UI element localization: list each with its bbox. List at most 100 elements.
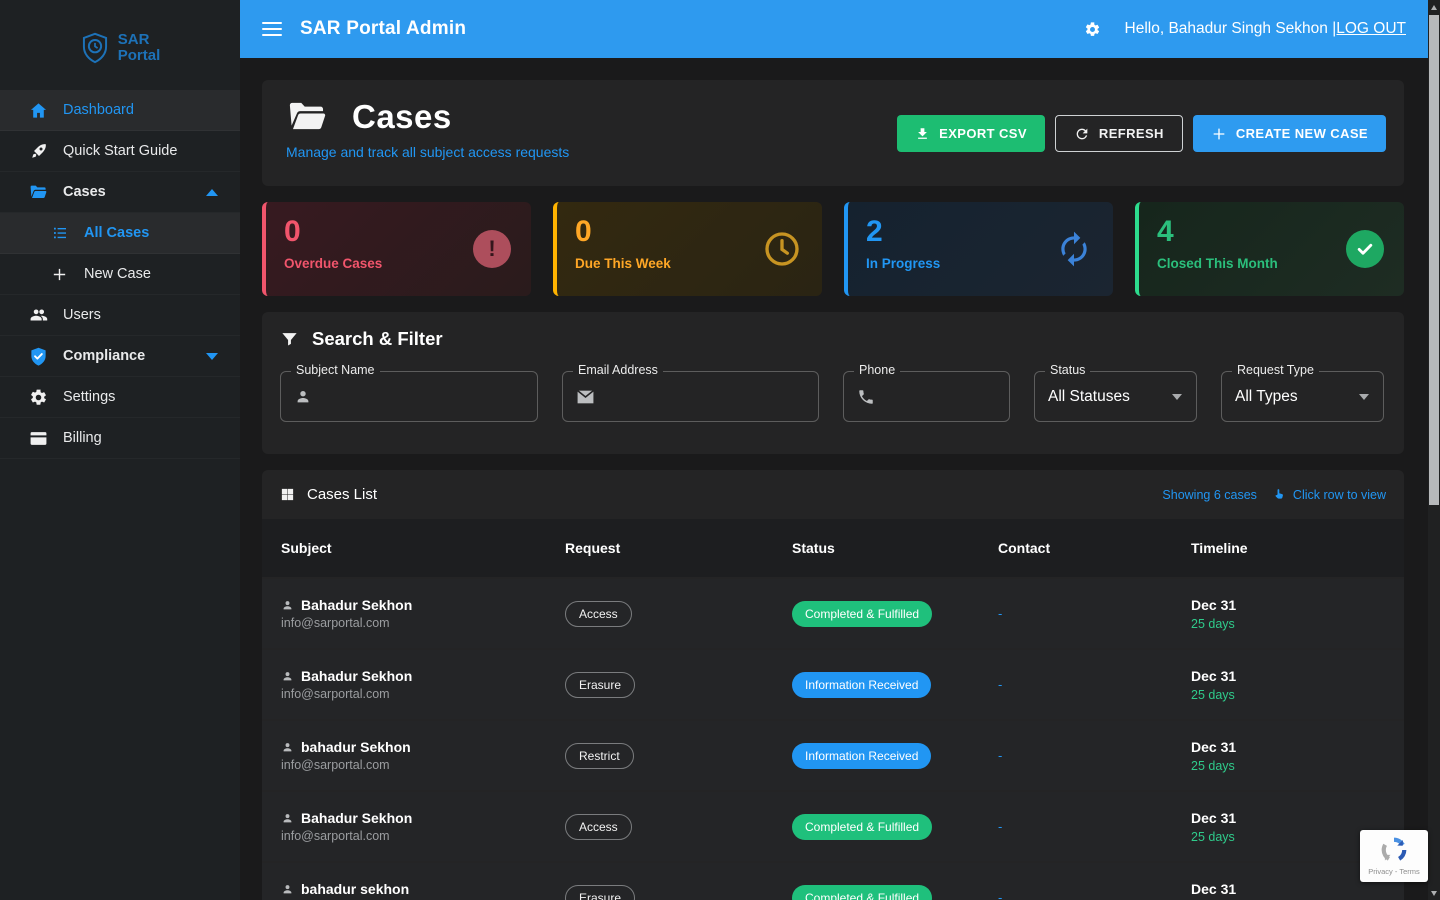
sidebar-item-new-case[interactable]: New Case xyxy=(0,254,240,295)
timeline-date: Dec 31 xyxy=(1191,739,1386,755)
subject-name-input[interactable]: Subject Name xyxy=(280,371,538,422)
app-logo-text: SAR Portal xyxy=(118,32,161,64)
sidebar-item-settings[interactable]: Settings xyxy=(0,377,240,418)
sidebar-item-all-cases[interactable]: All Cases xyxy=(0,213,240,254)
sidebar-item-billing[interactable]: Billing xyxy=(0,418,240,459)
request-type-select[interactable]: Request Type All Types xyxy=(1221,371,1384,422)
contact-value: - xyxy=(998,748,1191,763)
timeline-days: 25 days xyxy=(1191,617,1386,631)
sidebar-item-users[interactable]: Users xyxy=(0,295,240,336)
envelope-icon xyxy=(576,389,595,405)
cases-list-title: Cases List xyxy=(307,486,377,503)
arrow-down-icon xyxy=(1431,891,1437,896)
sidebar-item-cases[interactable]: Cases xyxy=(0,172,240,213)
logout-link[interactable]: |LOG OUT xyxy=(1332,20,1406,37)
search-filter-card: Search & Filter Subject Name Email Addre… xyxy=(262,312,1404,454)
phone-input[interactable]: Phone xyxy=(843,371,1010,422)
table-row[interactable]: Bahadur Sekhon info@sarportal.com Access… xyxy=(262,792,1404,861)
sidebar-item-label: Compliance xyxy=(63,348,145,364)
create-new-case-button[interactable]: CREATE NEW CASE xyxy=(1193,115,1386,152)
sidebar-item-label: New Case xyxy=(84,266,151,282)
user-greeting: Hello, Bahadur Singh Sekhon |LOG OUT xyxy=(1125,20,1406,38)
timeline-days: 25 days xyxy=(1191,688,1386,702)
phone-icon xyxy=(857,388,875,406)
sidebar-item-compliance[interactable]: Compliance xyxy=(0,336,240,377)
home-icon xyxy=(29,101,48,120)
column-header: Subject xyxy=(281,540,565,556)
table-row[interactable]: bahadur sekhon info@sarportal.com Erasur… xyxy=(262,863,1404,900)
status-badge: Completed & Fulfilled xyxy=(792,814,932,840)
sidebar-item-label: Users xyxy=(63,307,101,323)
main-content: Cases Manage and track all subject acces… xyxy=(240,58,1428,900)
hamburger-menu-icon[interactable] xyxy=(262,18,282,40)
sidebar-item-label: Billing xyxy=(63,430,102,446)
shield-check-icon xyxy=(29,347,48,366)
plus-icon xyxy=(50,265,69,284)
status-select[interactable]: Status All Statuses xyxy=(1034,371,1197,422)
timeline-date: Dec 31 xyxy=(1191,881,1386,897)
sidebar-item-label: Dashboard xyxy=(63,102,134,118)
field-label: Status xyxy=(1045,363,1090,377)
column-header: Request xyxy=(565,540,792,556)
status-select-value: All Statuses xyxy=(1048,388,1130,406)
subject-name: Bahadur Sekhon xyxy=(301,668,412,684)
request-badge: Erasure xyxy=(565,885,635,900)
recaptcha-links[interactable]: Privacy - Terms xyxy=(1368,867,1420,876)
recaptcha-badge[interactable]: Privacy - Terms xyxy=(1360,830,1428,882)
cases-table-body: Bahadur Sekhon info@sarportal.com Access… xyxy=(262,579,1404,900)
arrow-up-icon xyxy=(1431,5,1437,10)
page-title: Cases xyxy=(352,98,452,136)
subject-name: Bahadur Sekhon xyxy=(301,810,412,826)
sidebar-item-label: Quick Start Guide xyxy=(63,143,177,159)
contact-value: - xyxy=(998,890,1191,900)
subject-name: bahadur sekhon xyxy=(301,881,409,897)
timeline-date: Dec 31 xyxy=(1191,810,1386,826)
status-badge: Completed & Fulfilled xyxy=(792,885,932,900)
email-address-input[interactable]: Email Address xyxy=(562,371,819,422)
folder-open-icon xyxy=(286,98,330,136)
chevron-down-icon xyxy=(1172,394,1182,400)
scroll-down-button[interactable] xyxy=(1428,886,1440,900)
request-badge: Access xyxy=(565,601,632,627)
plus-icon xyxy=(1211,126,1227,142)
folder-open-icon xyxy=(29,183,48,202)
sidebar-item-quick-start-guide[interactable]: Quick Start Guide xyxy=(0,131,240,172)
refresh-button[interactable]: REFRESH xyxy=(1055,115,1183,152)
pointer-hand-icon xyxy=(1272,487,1286,502)
person-icon xyxy=(294,388,312,406)
scrollbar-thumb[interactable] xyxy=(1429,15,1439,505)
status-badge: Information Received xyxy=(792,672,931,698)
timeline-date: Dec 31 xyxy=(1191,668,1386,684)
stat-in-progress: 2 In Progress xyxy=(844,202,1113,296)
chevron-up-icon xyxy=(206,189,218,196)
field-label: Request Type xyxy=(1232,363,1319,377)
field-label: Phone xyxy=(854,363,900,377)
status-badge: Information Received xyxy=(792,743,931,769)
table-row[interactable]: Bahadur Sekhon info@sarportal.com Erasur… xyxy=(262,650,1404,719)
stat-due-this-week: 0 Due This Week xyxy=(553,202,822,296)
status-badge: Completed & Fulfilled xyxy=(792,601,932,627)
settings-gear-icon[interactable] xyxy=(1084,21,1101,38)
shield-clock-logo-icon xyxy=(80,32,110,64)
chevron-down-icon xyxy=(206,353,218,360)
subject-email: info@sarportal.com xyxy=(281,687,565,701)
vertical-scrollbar[interactable] xyxy=(1428,0,1440,900)
stat-overdue-cases: 0 Overdue Cases ! xyxy=(262,202,531,296)
app-title: SAR Portal Admin xyxy=(300,18,466,40)
scroll-up-button[interactable] xyxy=(1428,0,1440,14)
table-row[interactable]: bahadur Sekhon info@sarportal.com Restri… xyxy=(262,721,1404,790)
field-label: Subject Name xyxy=(291,363,380,377)
person-icon xyxy=(281,812,294,825)
credit-card-icon xyxy=(29,429,48,448)
sidebar-item-dashboard[interactable]: Dashboard xyxy=(0,90,240,131)
alert-icon: ! xyxy=(473,230,511,268)
sidebar-item-label: All Cases xyxy=(84,225,149,241)
table-row[interactable]: Bahadur Sekhon info@sarportal.com Access… xyxy=(262,579,1404,648)
subject-email: info@sarportal.com xyxy=(281,616,565,630)
request-badge: Restrict xyxy=(565,743,634,769)
subject-email: info@sarportal.com xyxy=(281,758,565,772)
recaptcha-logo-icon xyxy=(1380,836,1408,864)
export-csv-button[interactable]: EXPORT CSV xyxy=(897,115,1045,152)
field-label: Email Address xyxy=(573,363,663,377)
contact-value: - xyxy=(998,606,1191,621)
